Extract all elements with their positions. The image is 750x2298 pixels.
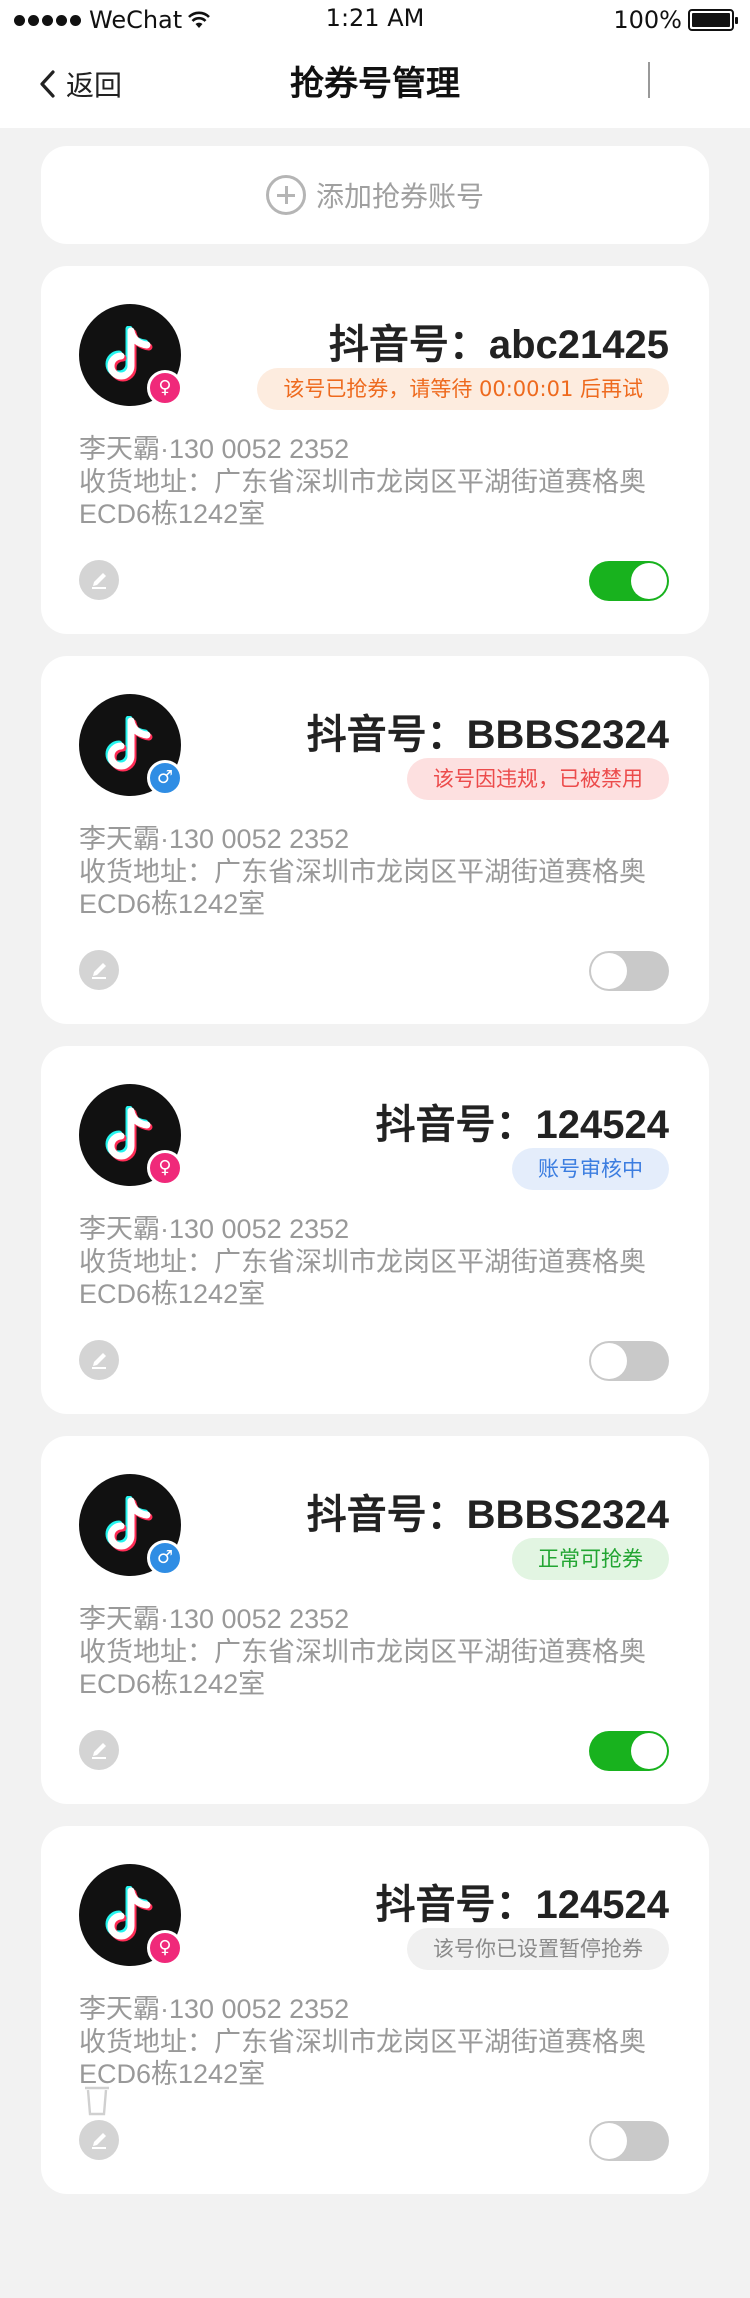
account-id: 抖音号：BBBS2324	[306, 713, 669, 757]
gender-male-icon: ♂	[147, 1540, 183, 1576]
pencil-icon	[92, 963, 106, 979]
account-id: 抖音号：124524	[375, 1883, 669, 1927]
toggle-knob	[591, 2123, 627, 2159]
tiktok-logo-icon	[105, 1496, 153, 1552]
pencil-icon	[92, 1743, 106, 1759]
trash-icon	[85, 2086, 109, 2116]
status-badge: 该号你已设置暂停抢券	[407, 1928, 669, 1970]
tiktok-avatar: ♂	[79, 1474, 183, 1576]
contact-info: 李天霸·130 0052 2352	[79, 824, 350, 854]
enable-toggle[interactable]	[589, 951, 669, 991]
status-badge: 正常可抢券	[512, 1538, 669, 1580]
enable-toggle[interactable]	[589, 561, 669, 601]
account-card: ♂ 抖音号：BBBS2324 该号因违规，已被禁用 李天霸·130 0052 2…	[41, 656, 709, 1024]
account-id: 抖音号：124524	[375, 1103, 669, 1147]
status-badge: 该号因违规，已被禁用	[407, 758, 669, 800]
add-account-label: 添加抢券账号	[315, 180, 484, 213]
contact-info: 李天霸·130 0052 2352	[79, 434, 350, 464]
edit-button[interactable]	[79, 1340, 119, 1380]
account-card: ♀ 抖音号：abc21425 该号已抢券，请等待 00:00:01 后再试 李天…	[41, 266, 709, 634]
edit-button[interactable]	[79, 1730, 119, 1770]
nav-bar: 返回 抢券号管理	[0, 40, 750, 128]
tiktok-logo-icon	[105, 326, 153, 382]
battery-icon	[688, 9, 738, 31]
tiktok-logo-icon	[105, 716, 153, 772]
status-badge: 该号已抢券，请等待 00:00:01 后再试	[257, 368, 669, 410]
contact-info: 李天霸·130 0052 2352	[79, 1994, 350, 2024]
tiktok-avatar: ♀	[79, 304, 183, 406]
edit-button[interactable]	[79, 2120, 119, 2160]
nav-divider	[648, 62, 650, 98]
pencil-icon	[92, 1353, 106, 1369]
tiktok-avatar: ♀	[79, 1084, 183, 1186]
shipping-address: 收货地址：广东省深圳市龙岗区平湖街道赛格奥ECD6栋1242室	[79, 2027, 646, 2089]
tiktok-avatar: ♀	[79, 1864, 183, 1966]
gender-female-icon: ♀	[147, 1150, 183, 1186]
add-account-button[interactable]: 添加抢券账号	[41, 146, 709, 244]
gender-female-icon: ♀	[147, 1930, 183, 1966]
account-card: ♂ 抖音号：BBBS2324 正常可抢券 李天霸·130 0052 2352 收…	[41, 1436, 709, 1804]
toggle-knob	[631, 1733, 667, 1769]
toggle-knob	[631, 563, 667, 599]
plus-circle-icon	[265, 175, 306, 215]
enable-toggle[interactable]	[589, 1341, 669, 1381]
status-badge: 账号审核中	[512, 1148, 669, 1190]
account-card: ♀ 抖音号：124524 该号你已设置暂停抢券 李天霸·130 0052 235…	[41, 1826, 709, 2194]
status-bar: WeChat 1:21 AM 100%	[0, 0, 750, 40]
contact-info: 李天霸·130 0052 2352	[79, 1604, 350, 1634]
tiktok-logo-icon	[105, 1886, 153, 1942]
tiktok-logo-icon	[105, 1106, 153, 1162]
shipping-address: 收货地址：广东省深圳市龙岗区平湖街道赛格奥ECD6栋1242室	[79, 857, 646, 919]
enable-toggle[interactable]	[589, 1731, 669, 1771]
shipping-address: 收货地址：广东省深圳市龙岗区平湖街道赛格奥ECD6栋1242室	[79, 1637, 646, 1699]
status-right: 100%	[613, 4, 738, 36]
shipping-address: 收货地址：广东省深圳市龙岗区平湖街道赛格奥ECD6栋1242室	[79, 1247, 646, 1309]
page-title: 抢券号管理	[290, 64, 460, 104]
battery-percent: 100%	[613, 6, 682, 34]
enable-toggle[interactable]	[589, 2121, 669, 2161]
pencil-icon	[92, 573, 106, 589]
toggle-knob	[591, 1343, 627, 1379]
edit-button[interactable]	[79, 560, 119, 600]
gender-female-icon: ♀	[147, 370, 183, 406]
shipping-address: 收货地址：广东省深圳市龙岗区平湖街道赛格奥ECD6栋1242室	[79, 467, 646, 529]
toggle-knob	[591, 953, 627, 989]
account-id: 抖音号：abc21425	[328, 323, 669, 367]
tiktok-avatar: ♂	[79, 694, 183, 796]
account-id: 抖音号：BBBS2324	[306, 1493, 669, 1537]
account-card: ♀ 抖音号：124524 账号审核中 李天霸·130 0052 2352 收货地…	[41, 1046, 709, 1414]
contact-info: 李天霸·130 0052 2352	[79, 1214, 350, 1244]
gender-male-icon: ♂	[147, 760, 183, 796]
pencil-icon	[92, 2133, 106, 2149]
edit-button[interactable]	[79, 950, 119, 990]
